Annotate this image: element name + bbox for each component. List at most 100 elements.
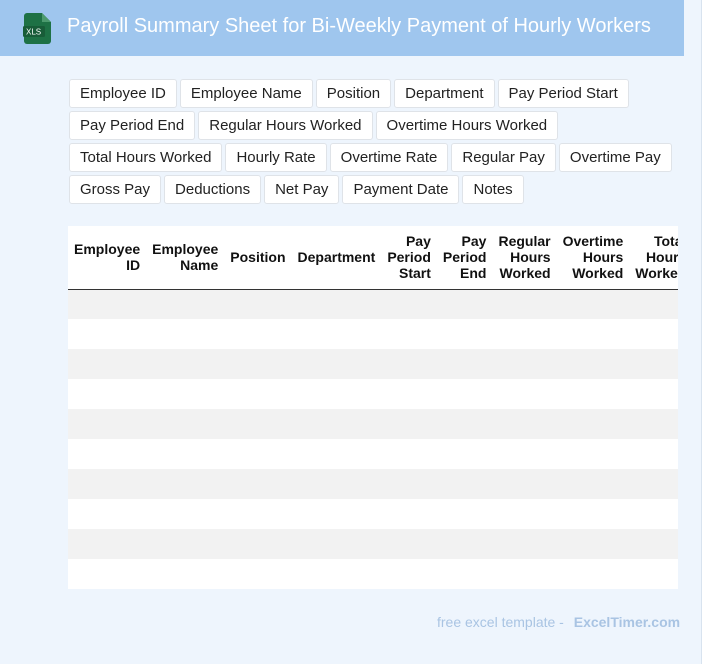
table-cell[interactable] (68, 319, 147, 349)
table-cell[interactable] (629, 469, 678, 499)
table-cell[interactable] (629, 529, 678, 559)
table-cell[interactable] (224, 529, 292, 559)
table-cell[interactable] (556, 469, 630, 499)
table-cell[interactable] (436, 499, 493, 529)
field-chip[interactable]: Overtime Rate (329, 143, 449, 172)
table-cell[interactable] (556, 379, 630, 409)
table-cell[interactable] (556, 499, 630, 529)
table-cell[interactable] (68, 499, 147, 529)
table-cell[interactable] (492, 409, 557, 439)
field-chip[interactable]: Gross Pay (69, 175, 162, 204)
table-cell[interactable] (224, 289, 292, 319)
table-cell[interactable] (224, 409, 292, 439)
payroll-table-container[interactable]: Employee ID Employee Name Position Department… (68, 226, 678, 589)
table-cell[interactable] (492, 439, 557, 469)
table-cell[interactable] (291, 469, 382, 499)
table-cell[interactable] (146, 499, 225, 529)
field-chip[interactable]: Pay Period End (69, 111, 196, 140)
table-cell[interactable] (492, 379, 557, 409)
table-cell[interactable] (629, 379, 678, 409)
table-cell[interactable] (629, 349, 678, 379)
table-cell[interactable] (68, 349, 147, 379)
table-cell[interactable] (492, 469, 557, 499)
table-cell[interactable] (436, 559, 493, 589)
table-cell[interactable] (381, 529, 437, 559)
table-cell[interactable] (556, 319, 630, 349)
field-chip[interactable]: Position (315, 79, 392, 108)
table-cell[interactable] (436, 319, 493, 349)
field-chip[interactable]: Deductions (164, 175, 262, 204)
table-cell[interactable] (436, 439, 493, 469)
footer-brand-link[interactable]: ExcelTimer.com (574, 614, 680, 630)
field-chip[interactable]: Regular Pay (451, 143, 556, 172)
table-cell[interactable] (224, 379, 292, 409)
field-chip[interactable]: Hourly Rate (225, 143, 327, 172)
field-chip[interactable]: Payment Date (342, 175, 460, 204)
field-chip[interactable]: Employee Name (179, 79, 313, 108)
table-cell[interactable] (556, 559, 630, 589)
table-cell[interactable] (291, 349, 382, 379)
table-cell[interactable] (436, 349, 493, 379)
table-cell[interactable] (68, 469, 147, 499)
table-cell[interactable] (68, 529, 147, 559)
table-cell[interactable] (556, 289, 630, 319)
table-cell[interactable] (224, 469, 292, 499)
table-cell[interactable] (291, 499, 382, 529)
table-cell[interactable] (629, 289, 678, 319)
table-cell[interactable] (436, 529, 493, 559)
table-cell[interactable] (629, 499, 678, 529)
table-cell[interactable] (556, 409, 630, 439)
table-cell[interactable] (436, 469, 493, 499)
field-chip[interactable]: Department (394, 79, 495, 108)
field-chip[interactable]: Overtime Pay (558, 143, 672, 172)
field-chip[interactable]: Regular Hours Worked (198, 111, 373, 140)
table-cell[interactable] (146, 409, 225, 439)
table-cell[interactable] (381, 469, 437, 499)
table-cell[interactable] (492, 289, 557, 319)
table-cell[interactable] (492, 319, 557, 349)
table-cell[interactable] (224, 559, 292, 589)
table-cell[interactable] (436, 409, 493, 439)
table-cell[interactable] (146, 439, 225, 469)
field-chip[interactable]: Total Hours Worked (69, 143, 223, 172)
table-cell[interactable] (381, 349, 437, 379)
table-cell[interactable] (291, 559, 382, 589)
field-chip[interactable]: Employee ID (69, 79, 177, 108)
table-cell[interactable] (629, 319, 678, 349)
table-cell[interactable] (556, 529, 630, 559)
field-chip[interactable]: Overtime Hours Worked (375, 111, 559, 140)
table-cell[interactable] (146, 559, 225, 589)
field-chip[interactable]: Notes (462, 175, 524, 204)
table-cell[interactable] (68, 289, 147, 319)
table-cell[interactable] (224, 499, 292, 529)
table-cell[interactable] (68, 559, 147, 589)
table-cell[interactable] (381, 499, 437, 529)
table-cell[interactable] (291, 409, 382, 439)
table-cell[interactable] (492, 529, 557, 559)
table-cell[interactable] (146, 529, 225, 559)
table-cell[interactable] (146, 289, 225, 319)
field-chip[interactable]: Pay Period Start (497, 79, 629, 108)
table-cell[interactable] (492, 499, 557, 529)
table-cell[interactable] (629, 409, 678, 439)
table-cell[interactable] (381, 559, 437, 589)
table-cell[interactable] (291, 289, 382, 319)
table-cell[interactable] (146, 319, 225, 349)
table-cell[interactable] (436, 289, 493, 319)
table-cell[interactable] (224, 319, 292, 349)
table-cell[interactable] (381, 439, 437, 469)
table-cell[interactable] (629, 559, 678, 589)
table-cell[interactable] (291, 529, 382, 559)
table-cell[interactable] (68, 439, 147, 469)
table-cell[interactable] (146, 349, 225, 379)
table-cell[interactable] (291, 379, 382, 409)
table-cell[interactable] (556, 349, 630, 379)
table-cell[interactable] (381, 379, 437, 409)
table-cell[interactable] (291, 319, 382, 349)
table-cell[interactable] (146, 469, 225, 499)
table-cell[interactable] (629, 439, 678, 469)
table-cell[interactable] (381, 289, 437, 319)
table-cell[interactable] (68, 379, 147, 409)
table-cell[interactable] (224, 439, 292, 469)
table-cell[interactable] (68, 409, 147, 439)
